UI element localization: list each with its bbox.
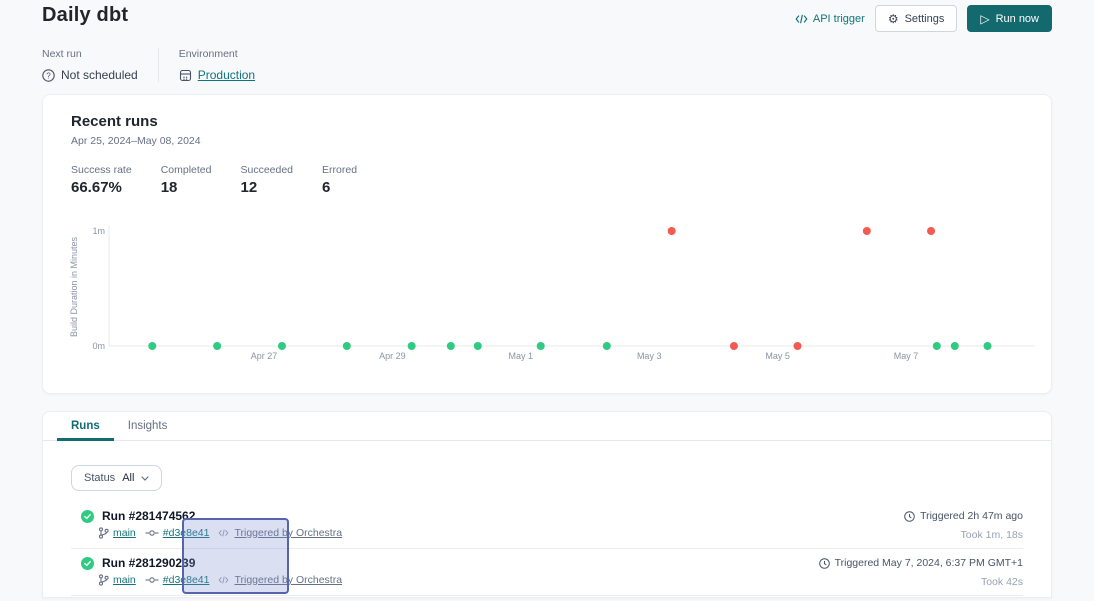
next-run-label: Next run: [42, 48, 138, 60]
duration-chart-svg: Build Duration in Minutes 1m 0m Apr 27 Apr …: [43, 212, 1053, 372]
page-title: Daily dbt: [42, 4, 128, 27]
environment-database-icon: [179, 69, 192, 82]
run-now-button[interactable]: ▷ Run now: [967, 5, 1052, 32]
branch-link[interactable]: main: [98, 574, 136, 586]
run-triggered-time: Triggered May 7, 2024, 6:37 PM GMT+1: [835, 557, 1023, 569]
commit-link[interactable]: #d3e8e41: [145, 574, 210, 586]
run-dot-succeeded[interactable]: [933, 342, 941, 350]
git-commit-icon: [145, 529, 159, 537]
x-tick: May 3: [637, 351, 662, 361]
status-filter-value: All: [122, 472, 134, 484]
stat-success-rate: Success rate 66.67%: [71, 164, 132, 196]
environment-link[interactable]: Production: [198, 68, 255, 82]
git-branch-icon: [98, 527, 109, 539]
clock-icon: [819, 558, 830, 569]
runs-list: Run #281474562 main #d3e8e41: [43, 502, 1051, 596]
status-filter-dropdown[interactable]: Status All: [71, 465, 162, 491]
branch-link[interactable]: main: [98, 527, 136, 539]
x-tick: May 1: [509, 351, 534, 361]
meta-divider: [158, 48, 159, 82]
x-tick: May 7: [894, 351, 919, 361]
run-dot-succeeded[interactable]: [343, 342, 351, 350]
run-dot-succeeded[interactable]: [537, 342, 545, 350]
success-check-icon: [81, 510, 94, 523]
x-tick: Apr 27: [251, 351, 278, 361]
x-tick: Apr 29: [379, 351, 406, 361]
build-duration-chart[interactable]: Build Duration in Minutes 1m 0m Apr 27 Apr …: [43, 212, 1053, 372]
recent-runs-card: Recent runs Apr 25, 2024–May 08, 2024 Su…: [42, 94, 1052, 394]
trigger-link[interactable]: Triggered by Orchestra: [218, 574, 342, 586]
recent-runs-date-range: Apr 25, 2024–May 08, 2024: [43, 130, 1051, 147]
run-dot-errored[interactable]: [794, 342, 802, 350]
clock-icon: [904, 511, 915, 522]
environment-block: Environment Production: [179, 48, 255, 82]
next-run-value-line: ? Not scheduled: [42, 68, 138, 82]
page-header: Daily dbt API trigger ⚙ Settings ▷ Run n…: [0, 0, 1094, 32]
next-run-value: Not scheduled: [61, 68, 138, 82]
run-row[interactable]: Run #281290239 main #d3e8e41: [43, 549, 1051, 596]
run-dot-succeeded[interactable]: [984, 342, 992, 350]
run-dot-errored[interactable]: [863, 227, 871, 235]
status-filter-label: Status: [84, 472, 115, 484]
run-triggered-time: Triggered 2h 47m ago: [920, 510, 1023, 522]
next-run-block: Next run ? Not scheduled: [42, 48, 138, 82]
trigger-link[interactable]: Triggered by Orchestra: [218, 527, 342, 539]
row-divider: [71, 595, 1023, 596]
api-trigger-link[interactable]: API trigger: [795, 13, 865, 25]
code-icon: [218, 529, 229, 537]
tab-bar: Runs Insights: [43, 412, 1051, 441]
y-tick: 1m: [92, 226, 105, 236]
stat-completed: Completed 18: [161, 164, 212, 196]
run-dot-succeeded[interactable]: [447, 342, 455, 350]
environment-value-line: Production: [179, 68, 255, 82]
chevron-down-icon: [141, 476, 149, 481]
question-circle-icon: ?: [42, 69, 55, 82]
run-id[interactable]: Run #281290239: [102, 556, 195, 570]
svg-text:?: ?: [46, 71, 51, 80]
run-duration: Took 42s: [819, 576, 1023, 588]
y-tick: 0m: [92, 341, 105, 351]
run-dot-errored[interactable]: [668, 227, 676, 235]
runs-card: Runs Insights Status All Run #281474562: [42, 411, 1052, 598]
run-dot-errored[interactable]: [927, 227, 935, 235]
header-actions: API trigger ⚙ Settings ▷ Run now: [795, 5, 1052, 32]
run-dot-errored[interactable]: [730, 342, 738, 350]
run-id[interactable]: Run #281474562: [102, 509, 195, 523]
success-check-icon: [81, 557, 94, 570]
settings-button[interactable]: ⚙ Settings: [875, 5, 958, 32]
git-branch-icon: [98, 574, 109, 586]
stat-errored: Errored 6: [322, 164, 357, 196]
tab-runs[interactable]: Runs: [57, 412, 114, 440]
run-dot-succeeded[interactable]: [603, 342, 611, 350]
y-axis-label: Build Duration in Minutes: [69, 236, 79, 337]
run-dot-succeeded[interactable]: [278, 342, 286, 350]
run-dot-succeeded[interactable]: [213, 342, 221, 350]
recent-runs-title: Recent runs: [43, 95, 1051, 130]
gear-icon: ⚙: [888, 13, 899, 25]
tab-insights[interactable]: Insights: [114, 412, 182, 440]
run-dot-succeeded[interactable]: [408, 342, 416, 350]
code-icon: [218, 576, 229, 584]
x-tick: May 5: [765, 351, 790, 361]
run-row[interactable]: Run #281474562 main #d3e8e41: [43, 502, 1051, 549]
environment-label: Environment: [179, 48, 255, 60]
run-duration: Took 1m, 18s: [904, 529, 1023, 541]
stats-row: Success rate 66.67% Completed 18 Succeed…: [43, 147, 1051, 196]
run-dot-succeeded[interactable]: [474, 342, 482, 350]
play-icon: ▷: [980, 13, 989, 25]
code-icon: [795, 14, 808, 24]
stat-succeeded: Succeeded 12: [240, 164, 293, 196]
chart-dynamic-layer: 1m 0m Apr 27 Apr 29 May 1 May 3 May 5 May 7: [92, 226, 991, 361]
run-dot-succeeded[interactable]: [951, 342, 959, 350]
git-commit-icon: [145, 576, 159, 584]
run-dot-succeeded[interactable]: [148, 342, 156, 350]
commit-link[interactable]: #d3e8e41: [145, 527, 210, 539]
job-meta-row: Next run ? Not scheduled Environment Pro…: [0, 48, 1094, 82]
